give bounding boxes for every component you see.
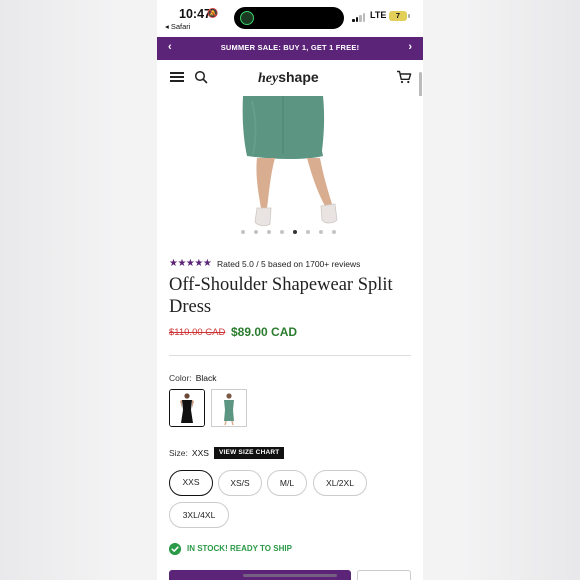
green-dress-thumbnail xyxy=(212,390,246,426)
color-label: Color: Black xyxy=(169,373,216,383)
view-size-chart-button[interactable]: VIEW SIZE CHART xyxy=(214,447,285,459)
network-type: LTE xyxy=(370,10,387,20)
color-swatch-black[interactable] xyxy=(169,389,205,427)
site-logo[interactable]: heyshape xyxy=(258,69,319,87)
hamburger-menu-icon[interactable] xyxy=(170,72,184,82)
image-carousel-dots[interactable] xyxy=(241,230,341,236)
home-indicator[interactable] xyxy=(243,574,337,577)
signal-icon xyxy=(352,12,366,22)
size-option-m-l[interactable]: M/L xyxy=(267,470,307,496)
battery-tip xyxy=(408,14,410,18)
product-title: Off-Shoulder Shapewear Split Dress xyxy=(169,275,393,317)
stock-text: IN STOCK! READY TO SHIP xyxy=(187,544,292,553)
color-swatch-green[interactable] xyxy=(211,389,247,427)
logo-hey: hey xyxy=(258,71,279,86)
dynamic-island xyxy=(234,7,344,29)
promo-banner: ‹ SUMMER SALE: BUY 1, GET 1 FREE! › xyxy=(157,37,423,60)
star-rating-icon: ★★★★★ xyxy=(169,258,212,269)
size-label-text: Size: xyxy=(169,448,188,458)
product-photo-illustration xyxy=(242,96,338,227)
black-dress-thumbnail xyxy=(170,390,204,426)
cart-icon[interactable] xyxy=(396,70,412,84)
status-bar: 10:47 🔕 ◂ Safari LTE 7 xyxy=(157,0,423,36)
battery-icon: 7 xyxy=(389,11,407,21)
activity-icon xyxy=(240,11,254,25)
sale-price: $89.00 CAD xyxy=(231,325,298,339)
size-label: Size: XXS xyxy=(169,448,209,458)
back-to-safari-link[interactable]: ◂ Safari xyxy=(165,22,190,31)
selected-size-value: XXS xyxy=(191,448,209,458)
promo-text[interactable]: SUMMER SALE: BUY 1, GET 1 FREE! xyxy=(157,43,423,52)
secondary-action-button[interactable] xyxy=(357,570,411,580)
chevron-right-icon[interactable]: › xyxy=(408,41,412,53)
size-option-3xl-4xl[interactable]: 3XL/4XL xyxy=(169,502,229,528)
search-icon[interactable] xyxy=(194,70,208,84)
site-header: heyshape xyxy=(157,60,423,96)
divider xyxy=(169,355,411,356)
logo-shape: shape xyxy=(278,69,319,85)
check-circle-icon xyxy=(169,543,181,555)
product-image[interactable] xyxy=(157,96,423,244)
silent-bell-icon: 🔕 xyxy=(207,8,219,18)
size-option-xxs[interactable]: XXS xyxy=(169,470,213,496)
original-price: $110.00 CAD xyxy=(169,327,226,338)
color-label-text: Color: xyxy=(169,373,192,383)
selected-color-value: Black xyxy=(195,373,217,383)
size-option-xl-2xl[interactable]: XL/2XL xyxy=(313,470,367,496)
rating-text: Rated 5.0 / 5 based on 1700+ reviews xyxy=(217,259,361,269)
size-option-xs-s[interactable]: XS/S xyxy=(218,470,262,496)
phone-screen: 10:47 🔕 ◂ Safari LTE 7 ‹ SUMMER SALE: BU… xyxy=(157,0,423,580)
